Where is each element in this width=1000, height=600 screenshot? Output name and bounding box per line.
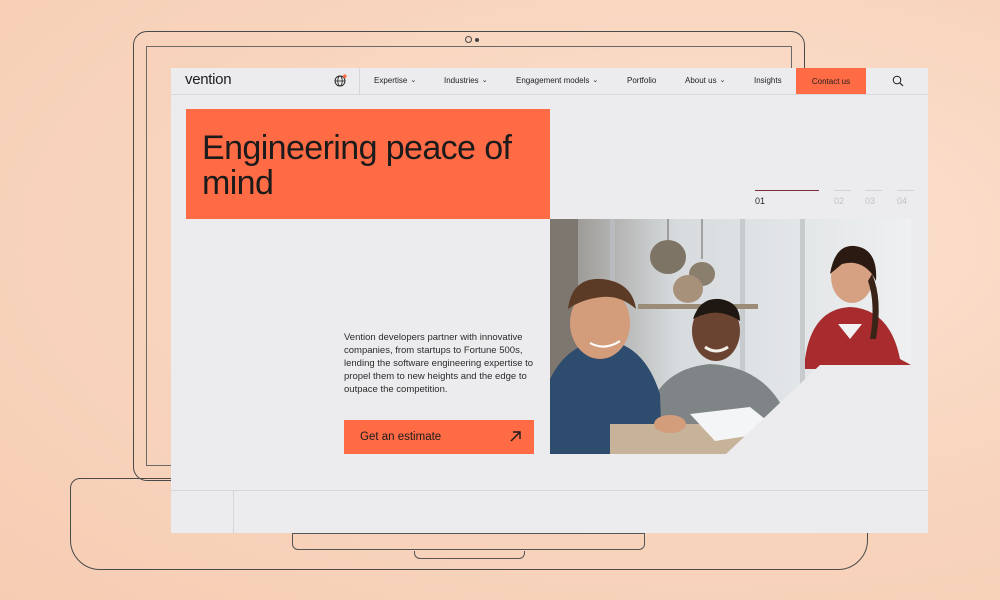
chevron-down-icon: ⌄ bbox=[592, 77, 599, 84]
site-logo[interactable]: vention bbox=[185, 71, 232, 88]
chevron-down-icon: ⌄ bbox=[719, 77, 726, 84]
slide-indicator-03[interactable]: 03 bbox=[865, 196, 875, 206]
globe-icon[interactable] bbox=[334, 74, 347, 87]
hero-title: Engineering peace of mind bbox=[202, 129, 512, 202]
webcam-light bbox=[475, 38, 479, 42]
slider-progress bbox=[834, 190, 851, 191]
get-estimate-button[interactable]: Get an estimate bbox=[344, 420, 534, 454]
nav-divider bbox=[359, 68, 360, 94]
slide-indicator-02[interactable]: 02 bbox=[834, 196, 844, 206]
nav-item-label: Expertise bbox=[374, 76, 408, 85]
contact-us-button[interactable]: Contact us bbox=[796, 68, 866, 94]
hero-photo bbox=[550, 219, 911, 454]
nav-item-label: Industries bbox=[444, 76, 479, 85]
laptop-notch bbox=[414, 551, 525, 559]
slider-progress bbox=[865, 190, 882, 191]
website-screen: vention Expertise ⌄ Industries ⌄ Engagemen… bbox=[171, 68, 928, 533]
search-icon[interactable] bbox=[892, 75, 904, 87]
laptop-hinge bbox=[292, 533, 645, 550]
nav-item-label: About us bbox=[685, 76, 717, 85]
top-navigation: vention Expertise ⌄ Industries ⌄ Engagemen… bbox=[171, 68, 928, 95]
nav-item-engagement-models[interactable]: Engagement models ⌄ bbox=[516, 76, 598, 85]
nav-item-portfolio[interactable]: Portfolio bbox=[627, 76, 656, 85]
hero-title-block: Engineering peace of mind bbox=[186, 109, 550, 219]
nav-item-about-us[interactable]: About us ⌄ bbox=[685, 76, 725, 85]
slide-indicator-01[interactable]: 01 bbox=[755, 196, 765, 206]
nav-item-industries[interactable]: Industries ⌄ bbox=[444, 76, 488, 85]
nav-item-label: Insights bbox=[754, 76, 782, 85]
slide-indicator-04[interactable]: 04 bbox=[897, 196, 907, 206]
get-estimate-label: Get an estimate bbox=[360, 431, 442, 443]
nav-item-expertise[interactable]: Expertise ⌄ bbox=[374, 76, 416, 85]
hero-description: Vention developers partner with innovati… bbox=[344, 332, 534, 395]
arrow-up-right-icon bbox=[510, 431, 521, 442]
slider-progress bbox=[897, 190, 914, 191]
section-divider-vertical bbox=[233, 490, 234, 533]
webcam-icon bbox=[465, 36, 472, 43]
section-divider bbox=[171, 490, 928, 491]
nav-item-insights[interactable]: Insights bbox=[754, 76, 782, 85]
slider-progress-active bbox=[755, 190, 819, 191]
nav-item-label: Portfolio bbox=[627, 76, 657, 85]
chevron-down-icon: ⌄ bbox=[410, 77, 417, 84]
nav-item-label: Engagement models bbox=[516, 76, 590, 85]
chevron-down-icon: ⌄ bbox=[481, 77, 488, 84]
